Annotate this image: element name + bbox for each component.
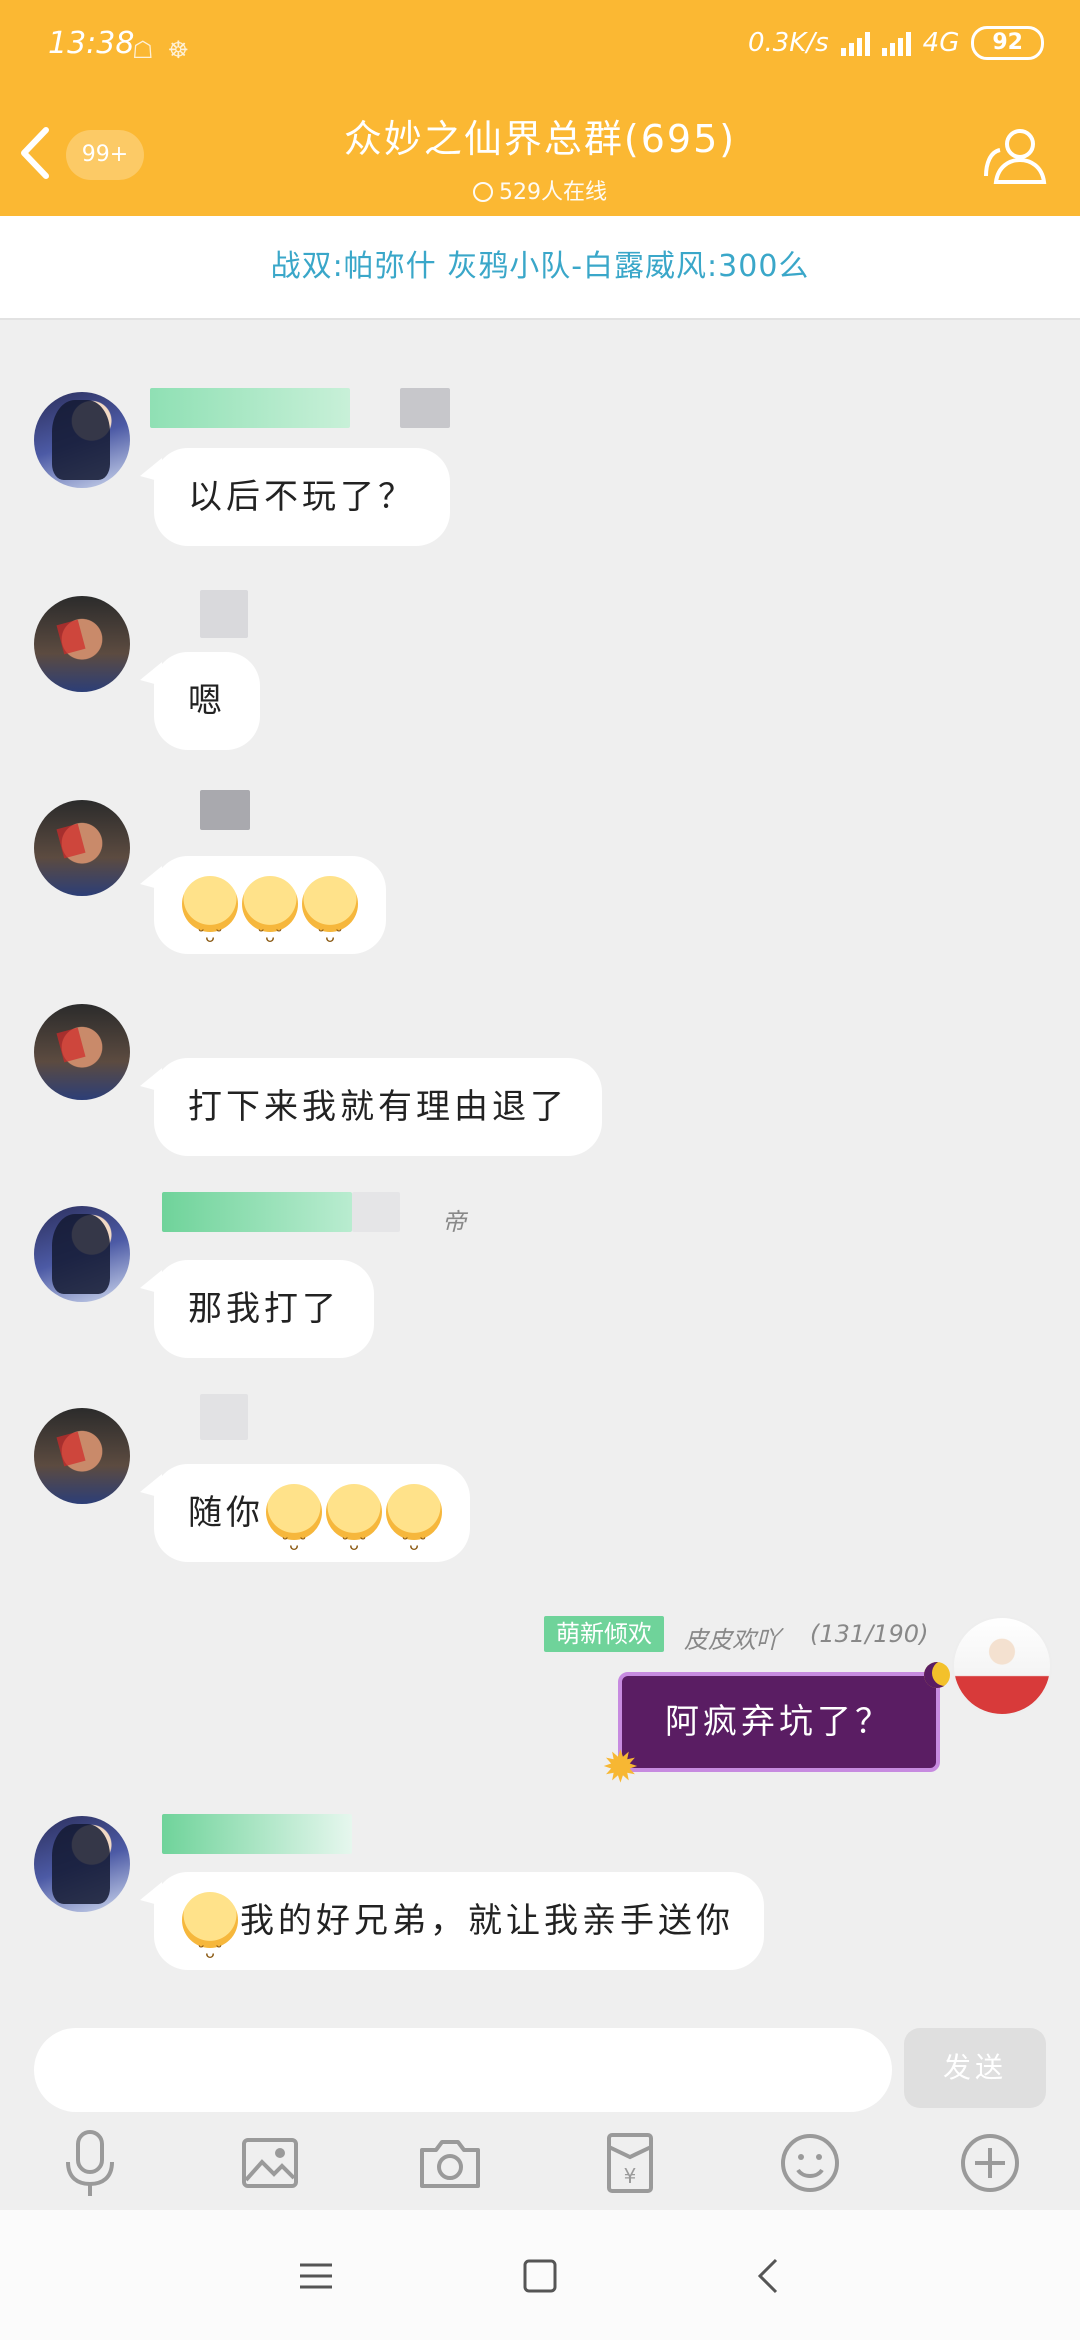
image-button[interactable] [235, 2128, 305, 2198]
people-icon [984, 129, 1047, 184]
online-count: 529人在线 [0, 174, 1080, 206]
signal-icon [840, 30, 870, 56]
group-members-button[interactable] [980, 120, 1052, 192]
sender-name-redacted [200, 790, 250, 830]
emoji-icon [386, 1483, 442, 1594]
network-speed: 0.3K/s [747, 28, 829, 58]
signal-icon-2 [881, 30, 911, 56]
network-type: 4G [922, 28, 960, 58]
emoji-icon [781, 2134, 839, 2192]
message-bubble[interactable]: 我的好兄弟，就让我亲手送你 [154, 1872, 764, 2002]
svg-text:¥: ¥ [624, 2164, 637, 2188]
member-title-badge: 萌新倾欢 [544, 1616, 664, 1652]
plus-icon [961, 2134, 1019, 2192]
sender-name-redacted [162, 1814, 352, 1854]
back-icon [757, 2258, 778, 2294]
emoji-button[interactable] [775, 2128, 845, 2198]
sender-name-redacted [200, 1394, 248, 1440]
sender-name-fragment: 帝 [442, 1208, 466, 1236]
more-button[interactable] [955, 2128, 1025, 2198]
menu-button[interactable] [286, 2246, 346, 2306]
message-text: 我的好兄弟，就让我亲手送你 [240, 1901, 734, 1941]
sender-title-redacted [400, 388, 450, 428]
message-bubble-self[interactable]: 阿疯弃坑了？ ✹ [602, 1662, 950, 1790]
status-right: 0.3K/s 4G 92 [748, 26, 1044, 60]
status-time: 13:38 [48, 26, 135, 61]
avatar[interactable] [34, 1004, 130, 1100]
message-input[interactable] [34, 2028, 892, 2112]
message-text: 阿疯弃坑了？ [665, 1702, 893, 1742]
moon-decoration-icon [924, 1662, 950, 1688]
message-bubble[interactable] [154, 856, 386, 986]
emoji-icon [182, 875, 238, 986]
message-bubble[interactable]: 嗯 [154, 652, 260, 750]
member-level: (131/190) [810, 1620, 929, 1648]
notification-icons: ☖☸ [132, 36, 204, 64]
menu-icon [300, 2263, 332, 2289]
avatar-self[interactable] [952, 1616, 1052, 1716]
red-packet-icon: ¥ [607, 2133, 653, 2193]
message-bubble[interactable]: 那我打了 [154, 1260, 374, 1358]
avatar[interactable] [34, 1408, 130, 1504]
red-packet-button[interactable]: ¥ [595, 2128, 665, 2198]
avatar[interactable] [34, 800, 130, 896]
send-button[interactable]: 发送 [904, 2028, 1046, 2108]
group-notice[interactable]: 战双:帕弥什 灰鸦小队-白露威风:300么 [0, 216, 1080, 320]
emoji-icon [302, 875, 358, 986]
message-text: 随你 [188, 1493, 264, 1533]
sender-name-redacted [200, 590, 248, 638]
message-bubble[interactable]: 打下来我就有理由退了 [154, 1058, 602, 1156]
online-count-text: 529人在线 [499, 180, 607, 205]
status-bar: 13:38 ☖☸ 0.3K/s 4G 92 [0, 0, 1080, 96]
emoji-icon [182, 1891, 238, 2002]
camera-icon [420, 2140, 480, 2188]
avatar[interactable] [34, 1816, 130, 1912]
voice-button[interactable] [55, 2128, 125, 2198]
microphone-icon [66, 2130, 114, 2196]
emoji-icon [242, 875, 298, 986]
image-icon [242, 2138, 298, 2188]
sender-name: 皮皮欢吖 [684, 1626, 780, 1654]
home-button[interactable] [510, 2246, 570, 2306]
sender-name-redacted [150, 388, 350, 428]
input-toolbar: ¥ [0, 2116, 1080, 2210]
online-icon [473, 182, 493, 202]
camera-button[interactable] [415, 2128, 485, 2198]
emoji-icon [326, 1483, 382, 1594]
chat-header: 13:38 ☖☸ 0.3K/s 4G 92 99+ 众妙之仙界总群(695) 5… [0, 0, 1080, 216]
emoji-icon [266, 1483, 322, 1594]
group-title: 众妙之仙界总群(695) [343, 117, 737, 161]
avatar[interactable] [34, 1206, 130, 1302]
sun-decoration-icon: ✹ [602, 1742, 643, 1793]
avatar[interactable] [34, 392, 130, 488]
avatar[interactable] [34, 596, 130, 692]
system-navigation-bar [0, 2210, 1080, 2340]
message-bubble[interactable]: 随你 [154, 1464, 470, 1594]
battery-icon: 92 [971, 26, 1044, 60]
home-icon [523, 2259, 557, 2293]
sender-name-redacted [162, 1192, 352, 1232]
message-bubble[interactable]: 以后不玩了？ [154, 448, 450, 546]
nav-back-button[interactable] [738, 2246, 798, 2306]
sender-title-redacted [352, 1192, 400, 1232]
